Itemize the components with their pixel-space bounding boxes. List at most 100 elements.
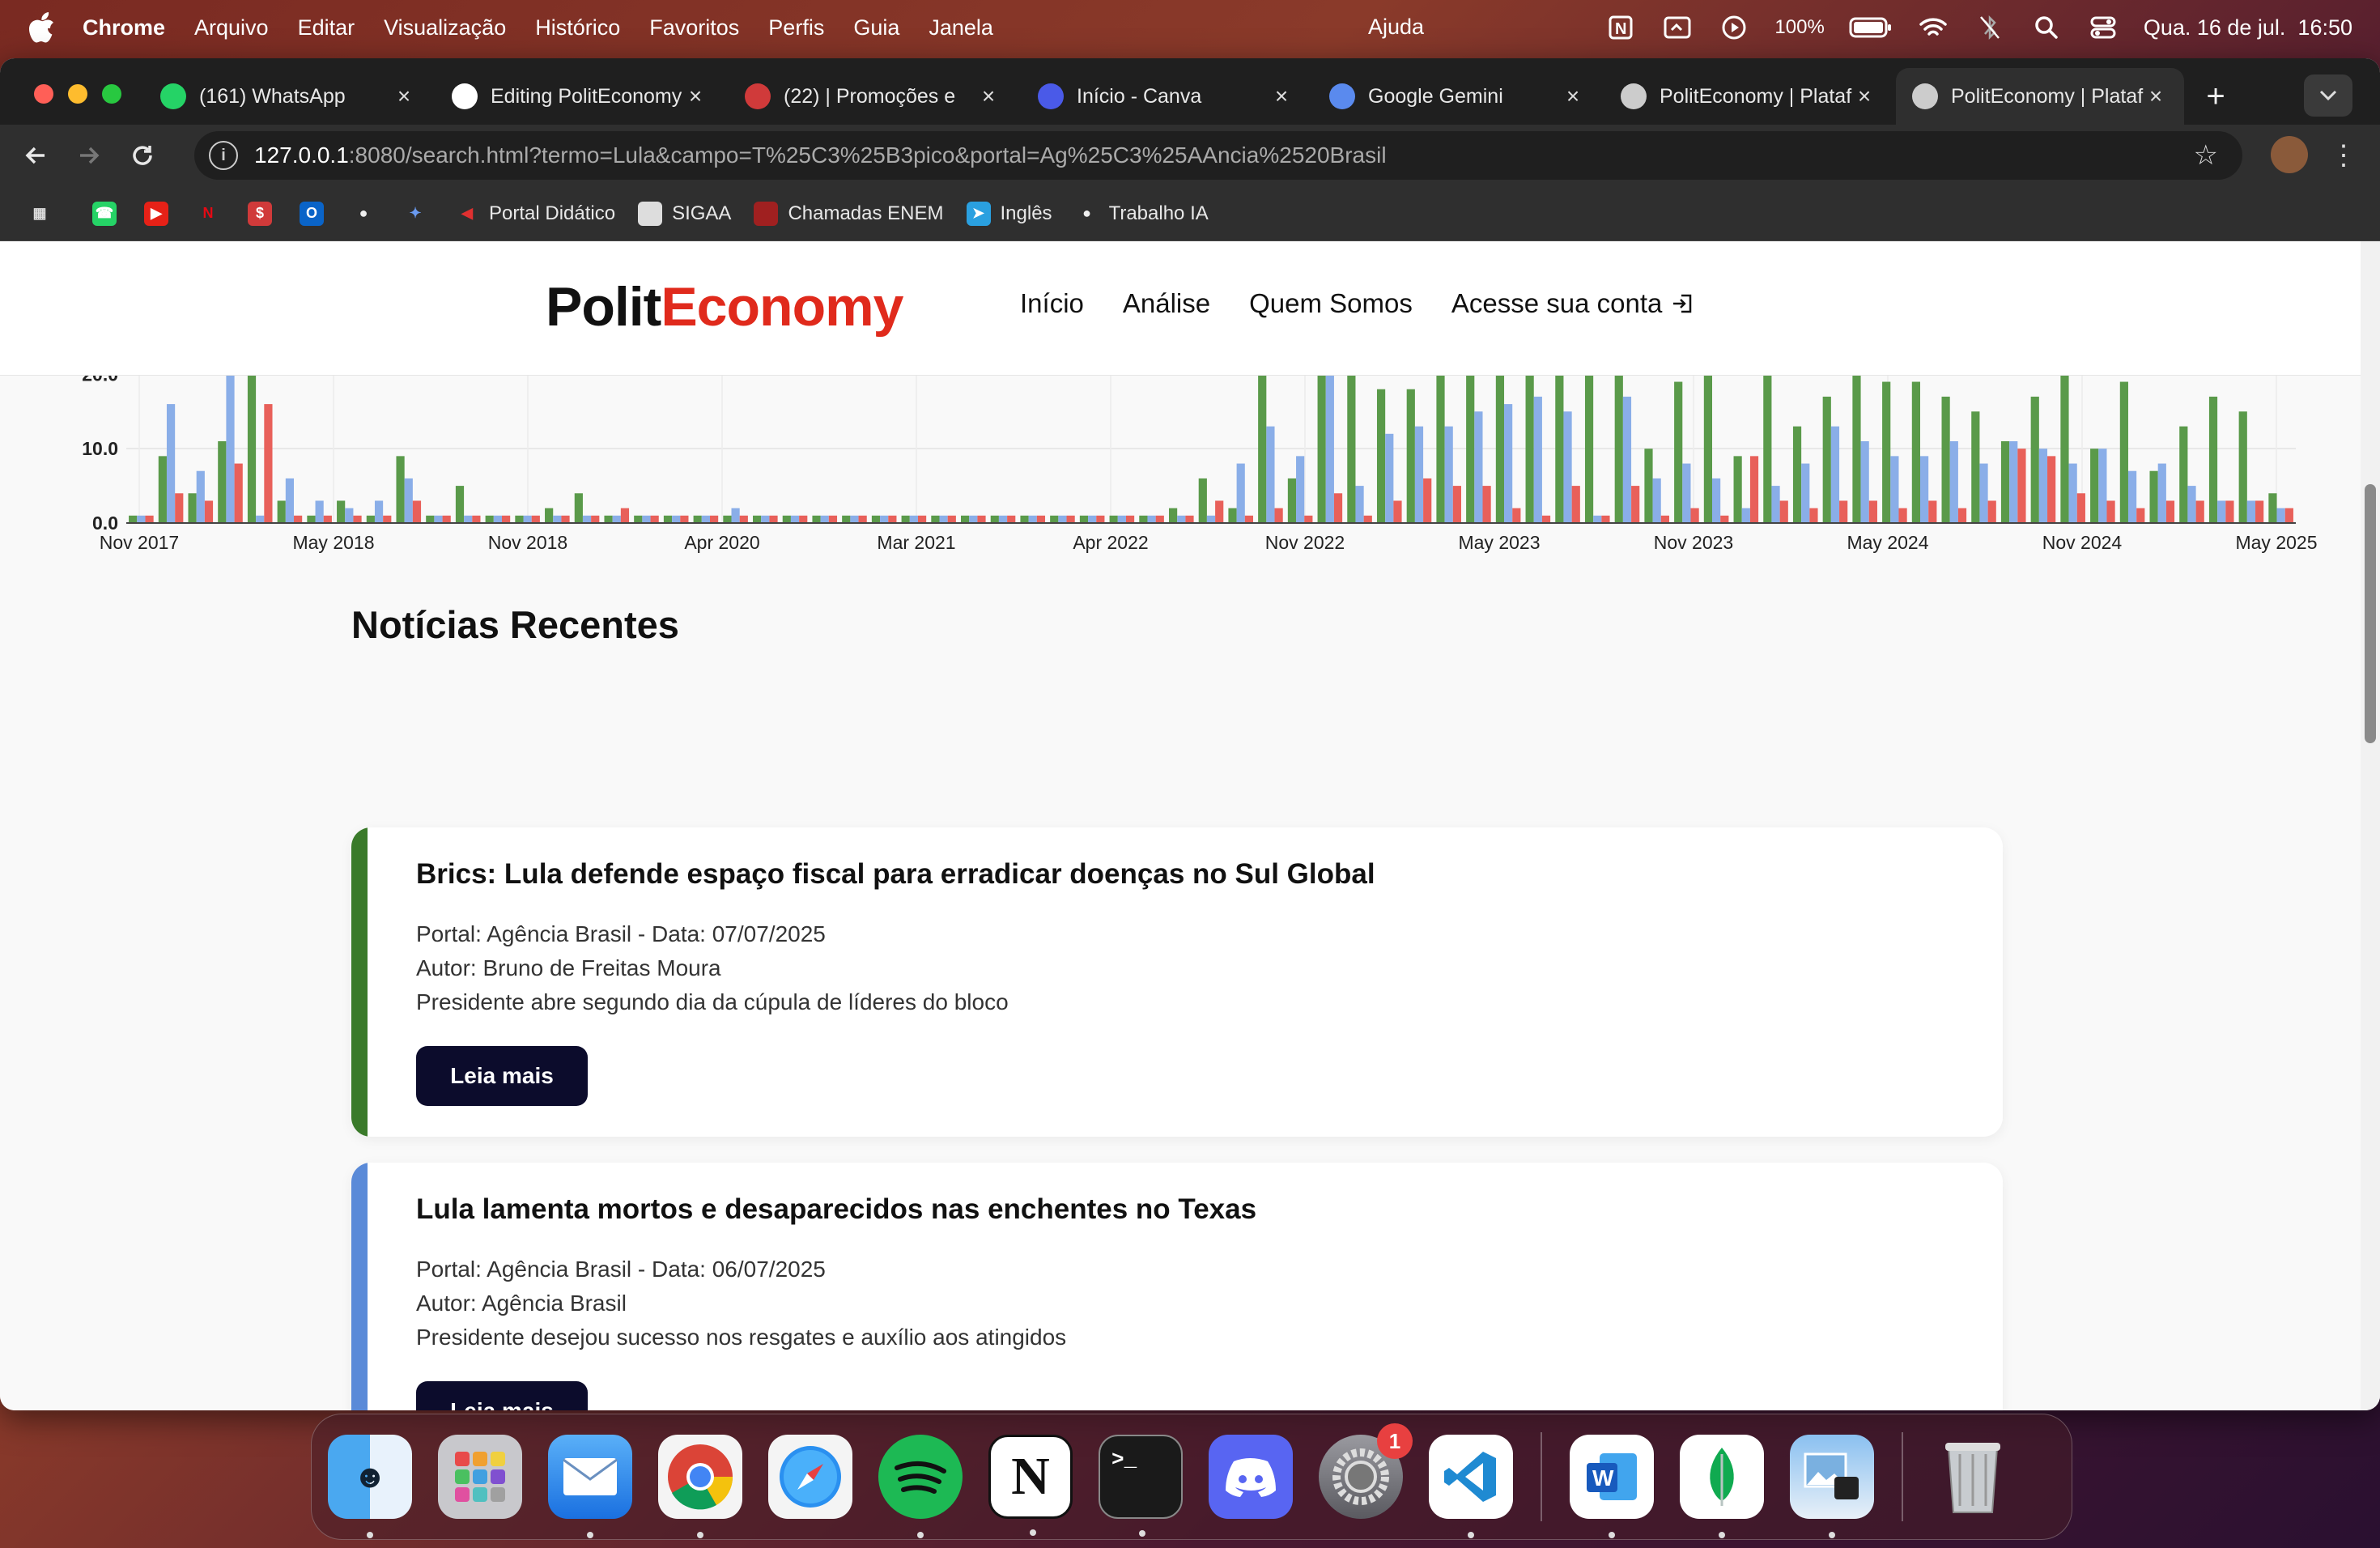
search-icon[interactable] <box>2030 11 2063 44</box>
menu-app-name[interactable]: Chrome <box>83 15 165 40</box>
running-indicator <box>1468 1532 1474 1538</box>
browser-tab[interactable]: PolitEconomy | Plataforma× <box>1604 68 1893 125</box>
notion-status-icon[interactable]: N <box>1604 11 1637 44</box>
nav-quem-somos[interactable]: Quem Somos <box>1249 288 1413 319</box>
new-tab-button[interactable]: + <box>2195 76 2236 117</box>
launchpad-icon[interactable] <box>438 1435 522 1519</box>
page-scrollbar[interactable] <box>2361 241 2380 1410</box>
chart-bar <box>1644 449 1653 523</box>
chrome-icon[interactable] <box>658 1435 742 1538</box>
menu-editar[interactable]: Editar <box>298 15 355 40</box>
github-icon: ● <box>359 205 368 221</box>
battery-icon[interactable] <box>1849 11 1893 44</box>
menu-arquivo[interactable]: Arquivo <box>194 15 269 40</box>
browser-tab[interactable]: Google Gemini × <box>1313 68 1601 125</box>
word-icon[interactable]: W <box>1570 1435 1654 1538</box>
play-circle-icon[interactable] <box>1718 11 1750 44</box>
chart-bar <box>1690 508 1699 523</box>
browser-tab[interactable]: PolitEconomy | Plataforma× <box>1896 68 2184 125</box>
chart-bar <box>998 515 1008 523</box>
trash-icon[interactable] <box>1931 1435 2015 1519</box>
preview-icon[interactable] <box>1790 1435 1874 1538</box>
bookmark-whatsapp[interactable]: ☎ <box>92 201 121 226</box>
news-title[interactable]: Lula lamenta mortos e desaparecidos nas … <box>416 1193 1256 1226</box>
mongodb-compass-icon[interactable] <box>1680 1435 1764 1538</box>
bookmark-dollar[interactable]: $ <box>248 201 277 226</box>
menu-ajuda[interactable]: Ajuda <box>1368 15 1424 40</box>
bookmark-trabalho-ia[interactable]: ● Trabalho IA <box>1075 202 1209 226</box>
menu-favoritos[interactable]: Favoritos <box>649 15 739 40</box>
vscode-icon[interactable] <box>1429 1435 1513 1538</box>
close-tab-icon[interactable]: × <box>1561 83 1585 109</box>
wifi-icon[interactable] <box>1917 11 1949 44</box>
spotify-icon[interactable] <box>878 1435 963 1538</box>
screen-mirror-icon[interactable] <box>1661 11 1694 44</box>
read-more-button[interactable]: Leia mais <box>416 1381 588 1410</box>
clock[interactable]: Qua. 16 de jul. 16:50 <box>2144 15 2352 40</box>
bookmark-youtube[interactable]: ▶ <box>144 201 173 226</box>
menu-guia[interactable]: Guia <box>853 15 899 40</box>
reload-button[interactable] <box>125 138 160 173</box>
forward-button[interactable] <box>71 138 107 173</box>
menu-perfis[interactable]: Perfis <box>768 15 824 40</box>
discord-icon[interactable] <box>1209 1435 1293 1519</box>
chart-bar <box>307 515 316 523</box>
finder-icon[interactable]: ☻ <box>328 1435 412 1538</box>
news-title[interactable]: Brics: Lula defende espaço fiscal para e… <box>416 858 1375 891</box>
tab-search-button[interactable] <box>2304 74 2352 117</box>
back-button[interactable] <box>18 138 53 173</box>
close-tab-icon[interactable]: × <box>1269 83 1294 109</box>
gemini-icon <box>1329 83 1355 109</box>
browser-tab[interactable]: Início - Canva × <box>1022 68 1310 125</box>
bookmark-ingl-s[interactable]: ➤ Inglês <box>966 201 1052 226</box>
bluetooth-off-icon[interactable] <box>1974 11 2006 44</box>
nav-analise[interactable]: Análise <box>1123 288 1210 319</box>
bookmark-apps-grid[interactable]: ▦ <box>28 202 57 226</box>
nav-inicio[interactable]: Início <box>1020 288 1084 319</box>
terminal-icon[interactable]: >_ <box>1099 1435 1183 1537</box>
site-logo[interactable]: PolitEconomy <box>546 275 903 338</box>
browser-tab[interactable]: Editing PolitEconomy × <box>436 68 724 125</box>
tab-title: Google Gemini <box>1368 84 1503 108</box>
bookmark-portal-did-tico[interactable]: ◀ Portal Didático <box>455 202 615 226</box>
bookmark-star-icon[interactable]: ☆ <box>2194 139 2218 172</box>
close-tab-icon[interactable]: × <box>1852 83 1876 109</box>
menu-visualizacao[interactable]: Visualização <box>384 15 506 40</box>
chart-bar <box>574 493 583 523</box>
minimize-window-button[interactable] <box>68 84 87 104</box>
chrome-menu-icon[interactable]: ⋮ <box>2330 139 2357 172</box>
site-info-icon[interactable]: i <box>209 141 238 170</box>
url-path: :8080/search.html?termo=Lula&campo=T%25C… <box>348 142 1387 168</box>
bookmark-github[interactable]: ● <box>351 202 380 226</box>
chart-bar <box>1749 456 1759 523</box>
menu-janela[interactable]: Janela <box>929 15 993 40</box>
chart-bar <box>2157 463 2166 523</box>
url-host: 127.0.0.1 <box>254 142 349 168</box>
bookmark-chamadas-enem[interactable]: Chamadas ENEM <box>754 201 944 226</box>
notion-icon[interactable]: N <box>988 1435 1073 1536</box>
close-tab-icon[interactable]: × <box>392 83 416 109</box>
address-bar[interactable]: i 127.0.0.1:8080/search.html?termo=Lula&… <box>194 131 2242 180</box>
system-settings-icon[interactable]: 1 <box>1319 1423 1413 1519</box>
close-tab-icon[interactable]: × <box>683 83 708 109</box>
scrollbar-thumb[interactable] <box>2365 484 2376 743</box>
bookmark-gemini[interactable]: ✦ <box>403 202 432 226</box>
close-window-button[interactable] <box>34 84 53 104</box>
browser-tab[interactable]: (161) WhatsApp × <box>144 68 432 125</box>
mail-icon[interactable] <box>548 1435 632 1538</box>
bookmark-outlook[interactable]: O <box>300 201 329 226</box>
bookmark-netflix[interactable]: N <box>196 202 225 226</box>
chart-bar <box>1109 515 1118 523</box>
menu-historico[interactable]: Histórico <box>535 15 620 40</box>
bookmark-sigaa[interactable]: SIGAA <box>638 201 731 226</box>
read-more-button[interactable]: Leia mais <box>416 1046 588 1106</box>
close-tab-icon[interactable]: × <box>976 83 1001 109</box>
control-center-icon[interactable] <box>2087 11 2119 44</box>
close-tab-icon[interactable]: × <box>2144 83 2168 109</box>
apple-logo-icon[interactable] <box>26 11 58 44</box>
zoom-window-button[interactable] <box>102 84 121 104</box>
browser-tab[interactable]: (22) | Promoções e × <box>729 68 1017 125</box>
nav-acesse-conta[interactable]: Acesse sua conta <box>1451 288 1695 319</box>
profile-avatar[interactable] <box>2271 136 2308 173</box>
safari-icon[interactable] <box>768 1435 852 1519</box>
